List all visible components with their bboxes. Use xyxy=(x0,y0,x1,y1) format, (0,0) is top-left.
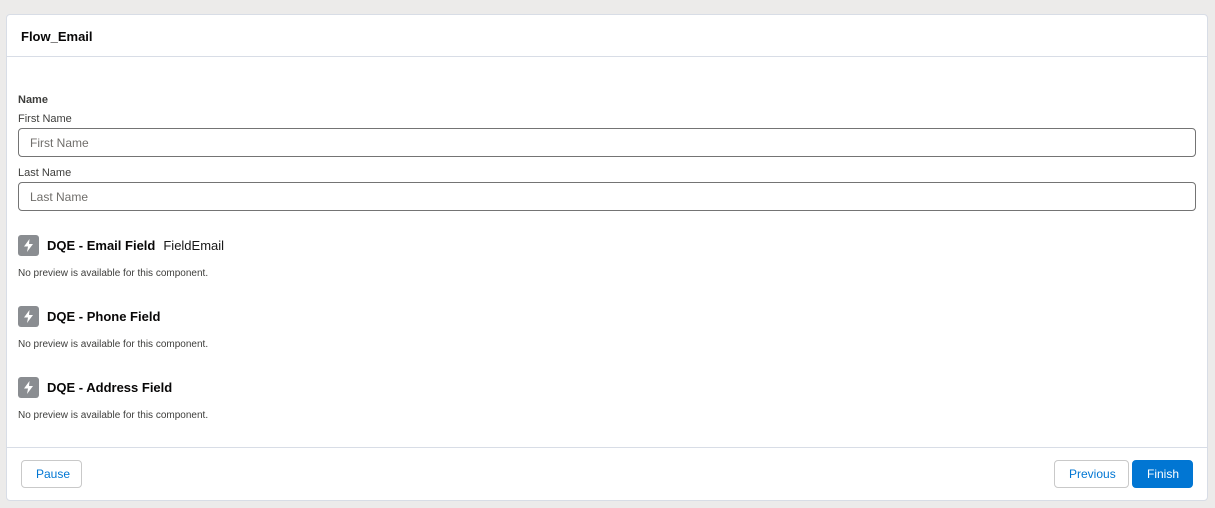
flow-card: Flow_Email Name First Name Last Name DQE… xyxy=(6,14,1208,501)
component-address-field: DQE - Address Field No preview is availa… xyxy=(18,376,1196,421)
component-title: DQE - Email Field xyxy=(47,237,156,253)
card-header: Flow_Email xyxy=(7,15,1207,57)
component-phone-field: DQE - Phone Field No preview is availabl… xyxy=(18,305,1196,350)
flow-title: Flow_Email xyxy=(21,29,93,44)
finish-button[interactable]: Finish xyxy=(1132,460,1193,488)
component-preview-note: No preview is available for this compone… xyxy=(18,268,209,279)
last-name-input[interactable] xyxy=(18,182,1196,211)
component-title: DQE - Phone Field xyxy=(47,308,161,324)
pause-button[interactable]: Pause xyxy=(21,460,82,488)
card-body: Name First Name Last Name DQE - Email Fi… xyxy=(7,58,1207,447)
lightning-bolt-icon xyxy=(18,234,39,256)
lightning-bolt-icon xyxy=(18,305,39,327)
previous-button[interactable]: Previous xyxy=(1054,460,1129,488)
lightning-bolt-icon xyxy=(18,376,39,398)
first-name-label: First Name xyxy=(18,113,72,125)
component-api-name: FieldEmail xyxy=(163,237,225,253)
name-section-label: Name xyxy=(18,94,48,106)
last-name-label: Last Name xyxy=(18,167,72,179)
component-preview-note: No preview is available for this compone… xyxy=(18,339,209,350)
first-name-input[interactable] xyxy=(18,128,1196,157)
card-footer: Pause Previous Finish xyxy=(7,447,1207,502)
component-preview-note: No preview is available for this compone… xyxy=(18,410,209,421)
component-title: DQE - Address Field xyxy=(47,379,173,395)
component-email-field: DQE - Email Field FieldEmail No preview … xyxy=(18,234,1196,279)
